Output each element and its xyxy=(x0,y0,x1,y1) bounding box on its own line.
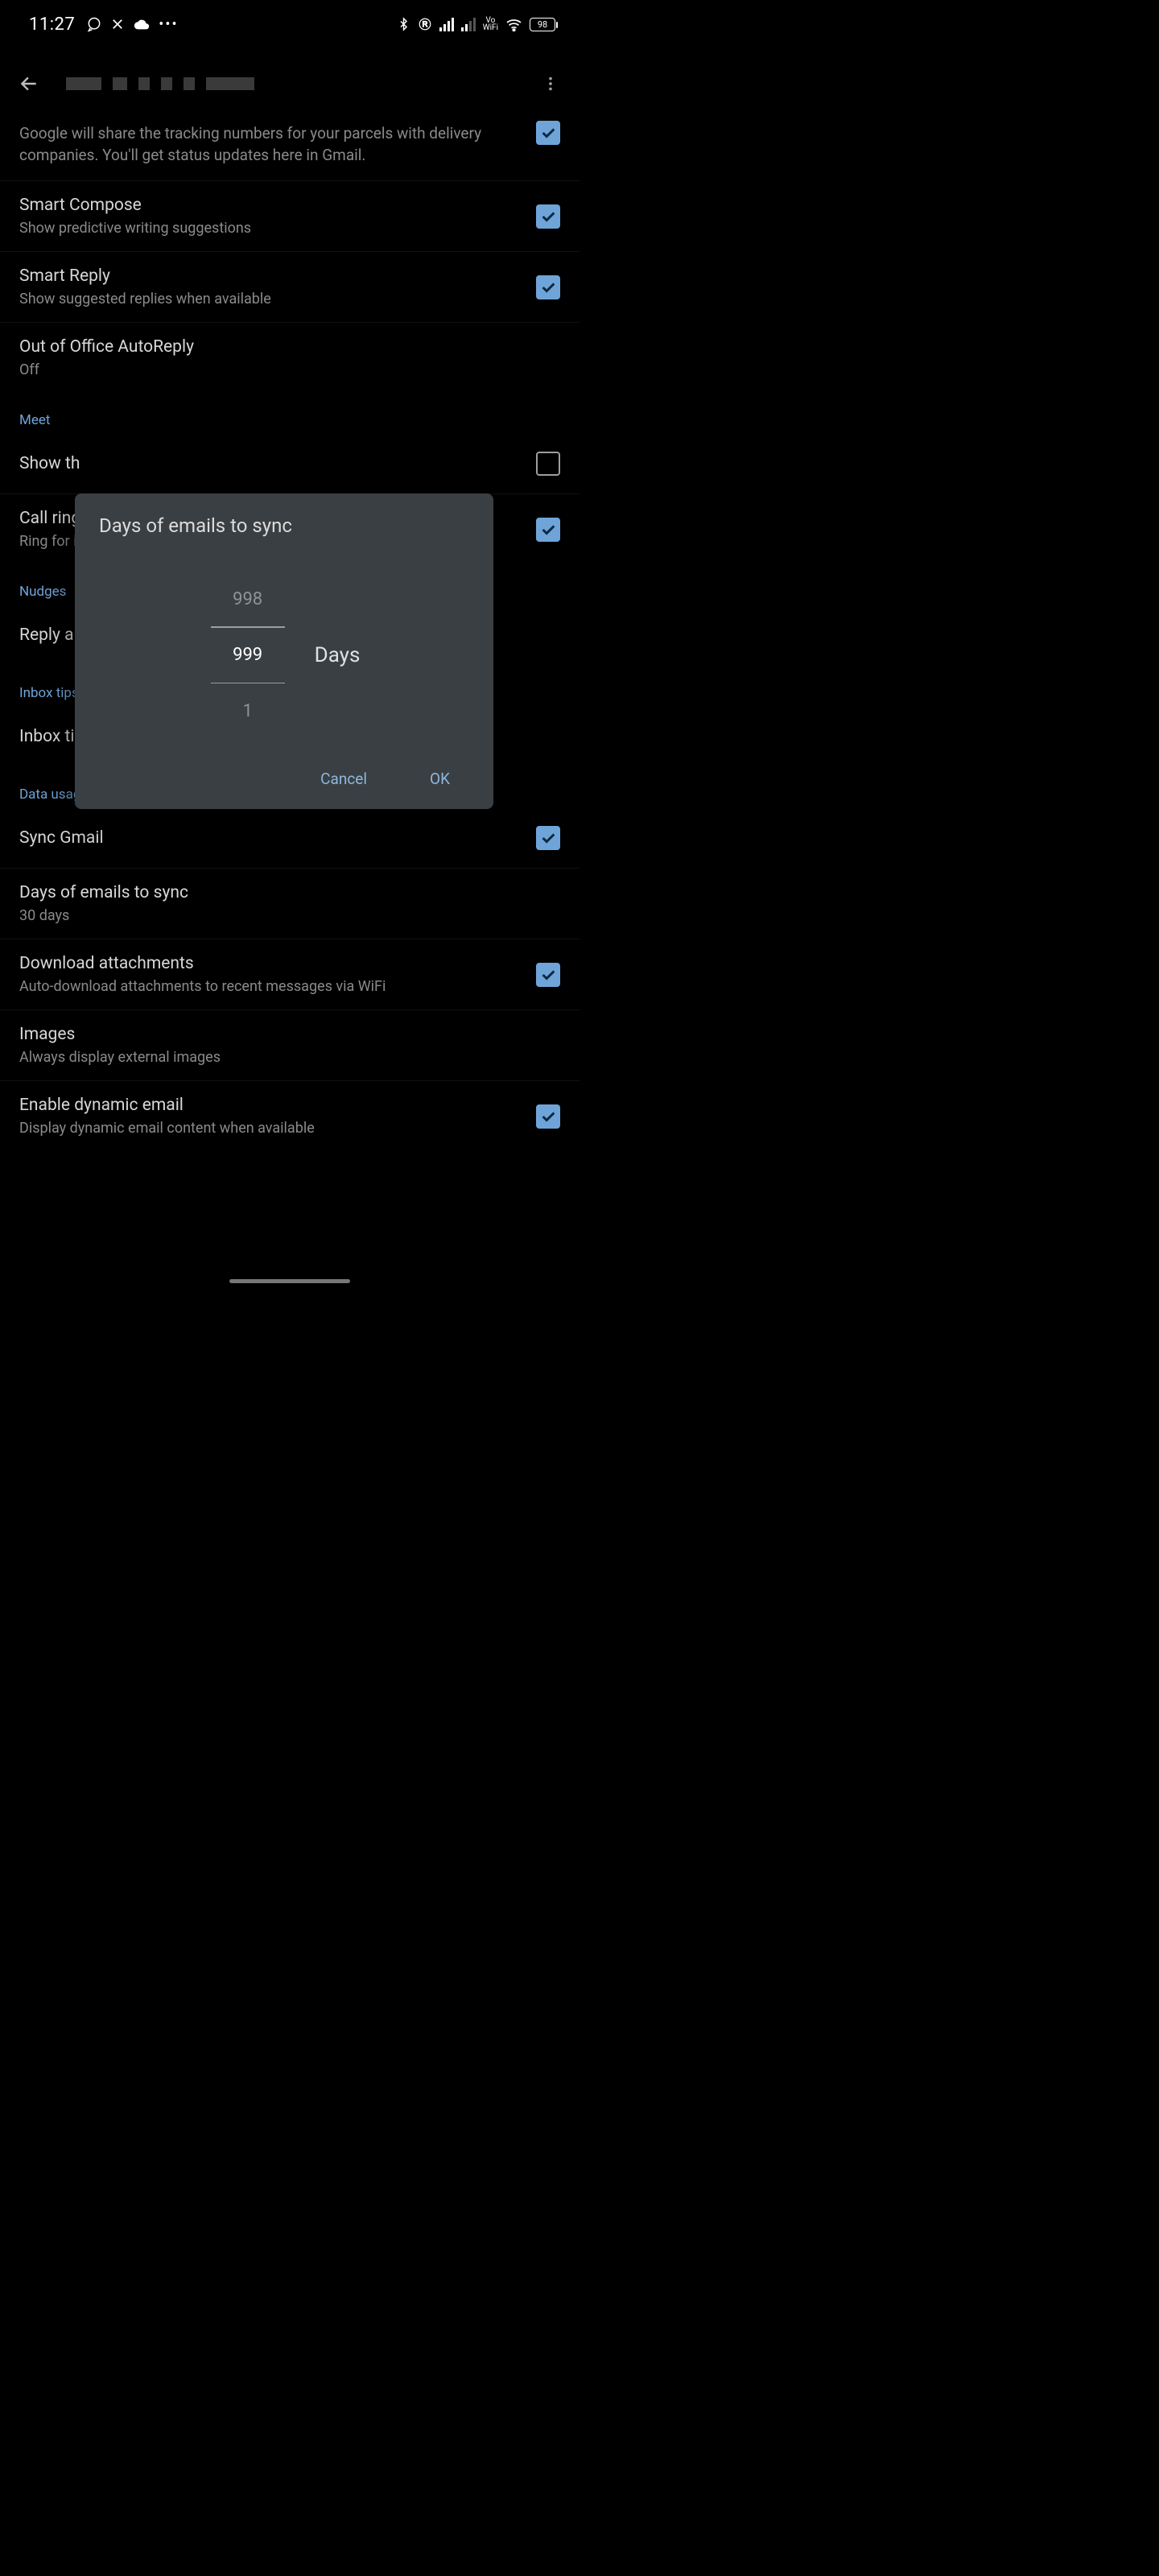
number-picker[interactable]: 998 999 1 Days xyxy=(99,551,469,758)
gesture-nav-pill[interactable] xyxy=(229,1279,350,1283)
picker-prev: 998 xyxy=(233,572,262,626)
picker-wheel[interactable]: 998 999 1 xyxy=(208,572,287,738)
picker-unit: Days xyxy=(315,643,361,667)
picker-next: 1 xyxy=(242,683,252,738)
ok-button[interactable]: OK xyxy=(427,763,453,795)
days-sync-dialog: Days of emails to sync 998 999 1 Days Ca… xyxy=(75,493,493,809)
dialog-title: Days of emails to sync xyxy=(99,514,469,537)
picker-value: 999 xyxy=(233,628,262,683)
cancel-button[interactable]: Cancel xyxy=(317,763,370,795)
